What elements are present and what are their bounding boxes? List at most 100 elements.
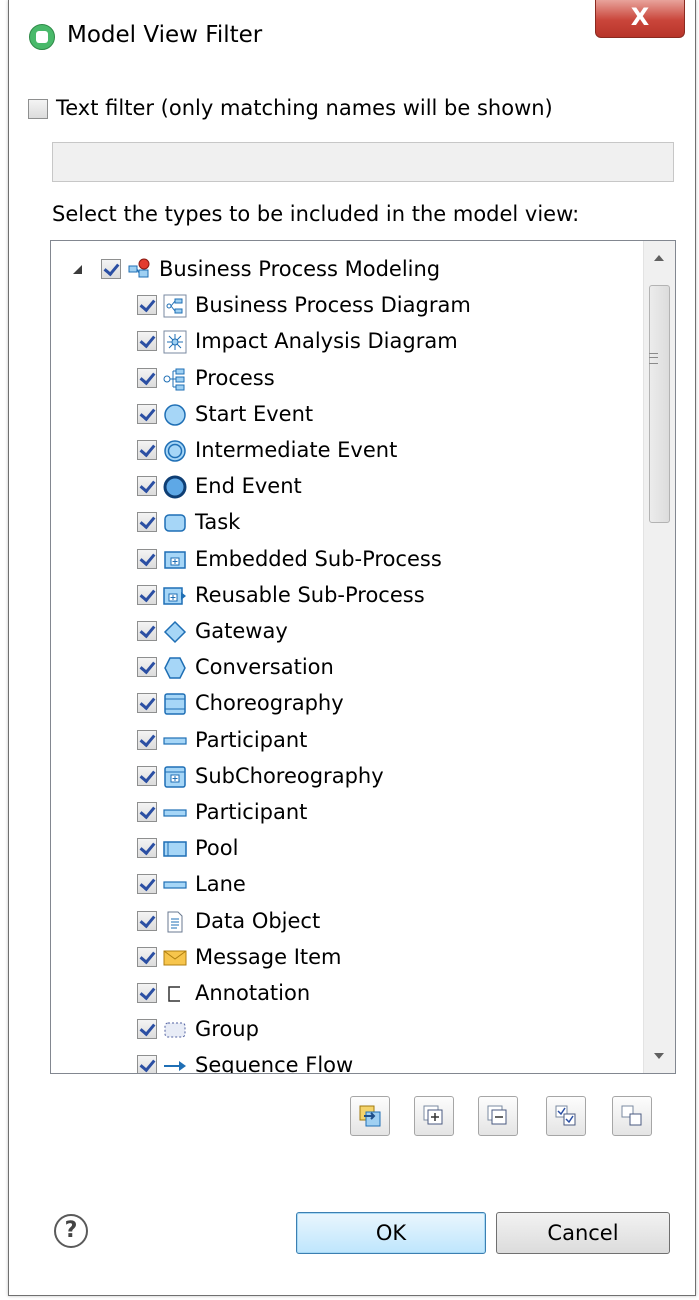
tree-item-checkbox[interactable] (137, 910, 157, 931)
pool-icon (163, 836, 187, 860)
tree-item-label: Intermediate Event (195, 438, 398, 462)
impact-diagram-icon (163, 329, 187, 354)
tree-item-checkbox[interactable] (137, 548, 157, 569)
sequence-flow-icon (163, 1053, 187, 1073)
tree-item-label: Reusable Sub-Process (195, 582, 425, 607)
ok-button[interactable]: OK (296, 1212, 486, 1254)
lane-icon (163, 872, 187, 896)
cancel-button[interactable]: Cancel (496, 1212, 670, 1254)
tree-item-label: SubChoreography (195, 763, 384, 788)
tree-item-checkbox[interactable] (137, 331, 157, 352)
tree-item[interactable]: Message Item (51, 939, 641, 975)
tree-item[interactable]: Task (51, 504, 641, 540)
tree-item-label: Pool (195, 836, 239, 861)
type-tree[interactable]: Business Process Modeling Business Proces… (50, 240, 676, 1074)
tree-item-checkbox[interactable] (137, 802, 157, 822)
tree-item[interactable]: Impact Analysis Diagram (51, 323, 641, 359)
tree-item-label: Business Process Diagram (195, 293, 471, 318)
tree-item-checkbox[interactable] (137, 729, 157, 750)
window-title: Model View Filter (67, 22, 263, 48)
tree-item-checkbox[interactable] (137, 983, 157, 1003)
tree-item-checkbox[interactable] (137, 512, 157, 533)
tree-item[interactable]: SubChoreography (51, 758, 641, 794)
tree-item[interactable]: End Event (51, 468, 641, 504)
end-event-icon (163, 474, 187, 499)
tree-item-label: Impact Analysis Diagram (195, 329, 458, 354)
intermediate-event-icon (163, 438, 187, 462)
bpm-package-icon (127, 257, 151, 281)
tree-item-label: Business Process Modeling (159, 257, 441, 281)
tree-item-checkbox[interactable] (101, 259, 121, 279)
tree-item[interactable]: Choreography (51, 685, 641, 721)
close-button[interactable]: X (595, 0, 685, 38)
tree-item-label: Process (195, 365, 275, 390)
tree-item-checkbox[interactable] (137, 476, 157, 497)
tree-item[interactable]: Embedded Sub-Process (51, 541, 641, 577)
select-types-label: Select the types to be included in the m… (52, 202, 580, 226)
collapse-all-button[interactable] (478, 1096, 518, 1136)
tree-item-checkbox[interactable] (137, 440, 157, 460)
app-icon (29, 24, 55, 50)
tree-item[interactable]: Process (51, 360, 641, 396)
tree-item-label: Participant (195, 727, 308, 752)
gateway-icon (163, 619, 187, 644)
text-filter-checkbox[interactable] (28, 99, 48, 119)
vertical-scrollbar[interactable] (643, 241, 675, 1073)
tree-item-label: Group (195, 1017, 259, 1042)
choreography-icon (163, 691, 187, 716)
tree-item[interactable]: Data Object (51, 903, 641, 939)
tree-item[interactable]: Participant (51, 722, 641, 758)
embedded-subprocess-icon (163, 547, 187, 571)
tree-item[interactable]: Reusable Sub-Process (51, 577, 641, 613)
tree-item-checkbox[interactable] (137, 946, 157, 967)
tree-item-checkbox[interactable] (137, 403, 157, 424)
group-icon (163, 1017, 187, 1041)
tree-item-checkbox[interactable] (137, 367, 157, 388)
select-all-button[interactable] (546, 1096, 586, 1136)
tree-item[interactable]: Lane (51, 866, 641, 902)
tree-item-checkbox[interactable] (137, 838, 157, 859)
tree-item[interactable]: Participant (51, 794, 641, 830)
tree-item-label: End Event (195, 474, 302, 499)
tree-item[interactable]: Start Event (51, 396, 641, 432)
tree-item-label: Task (195, 510, 241, 535)
expand-all-button[interactable] (414, 1096, 454, 1136)
synchronize-button[interactable] (350, 1096, 390, 1136)
tree-item-checkbox[interactable] (137, 1019, 157, 1040)
scroll-up-arrow-icon[interactable] (654, 255, 664, 261)
tree-item[interactable]: Gateway (51, 613, 641, 649)
tree-item-label: Gateway (195, 619, 288, 643)
subchoreography-icon (163, 764, 187, 788)
participant-icon (163, 728, 187, 752)
tree-item-checkbox[interactable] (137, 621, 157, 641)
tree-item-checkbox[interactable] (137, 765, 157, 786)
participant-icon (163, 800, 187, 824)
tree-item[interactable]: Sequence Flow (51, 1047, 641, 1073)
scroll-grip-icon (649, 353, 658, 364)
tree-item[interactable]: Intermediate Event (51, 432, 641, 468)
tree-item-checkbox[interactable] (137, 657, 157, 678)
tree-item[interactable]: Group (51, 1011, 641, 1047)
tree-item[interactable]: Business Process Diagram (51, 287, 641, 323)
help-icon[interactable]: ? (54, 1214, 88, 1248)
tree-item-label: Embedded Sub-Process (195, 546, 442, 571)
tree-item[interactable]: Conversation (51, 649, 641, 685)
tree-item-label: Lane (195, 872, 246, 897)
tree-item-label: Annotation (195, 981, 311, 1005)
tree-item[interactable]: Pool (51, 830, 641, 866)
tree-item[interactable]: Annotation (51, 975, 641, 1011)
reusable-subprocess-icon (163, 583, 187, 607)
scroll-thumb[interactable] (649, 285, 670, 523)
tree-item-checkbox[interactable] (137, 295, 157, 316)
text-filter-input[interactable] (52, 142, 674, 182)
collapse-arrow-icon[interactable] (73, 265, 82, 274)
tree-item-checkbox[interactable] (137, 584, 157, 605)
tree-item-checkbox[interactable] (137, 693, 157, 714)
deselect-all-button[interactable] (612, 1096, 652, 1136)
tree-root-item[interactable]: Business Process Modeling (51, 251, 641, 287)
tree-item-checkbox[interactable] (137, 874, 157, 895)
tree-item-checkbox[interactable] (137, 1055, 157, 1073)
tree-item-label: Choreography (195, 691, 344, 716)
scroll-down-arrow-icon[interactable] (654, 1053, 664, 1059)
annotation-icon (163, 981, 187, 1005)
